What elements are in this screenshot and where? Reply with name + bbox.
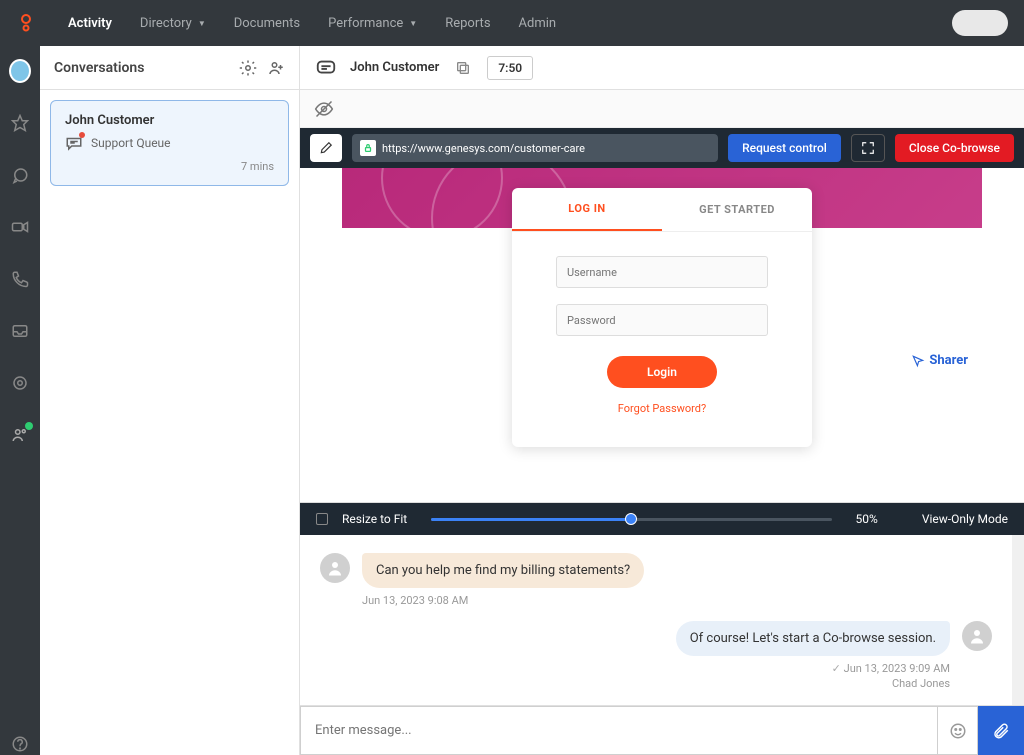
video-icon[interactable] bbox=[9, 216, 31, 238]
conversations-panel: Conversations John Customer Support Queu… bbox=[40, 46, 300, 755]
nav-directory[interactable]: Directory▼ bbox=[126, 0, 220, 46]
ring-icon[interactable] bbox=[9, 372, 31, 394]
agent-message: Of course! Let's start a Co-browse sessi… bbox=[676, 621, 950, 656]
nav-admin[interactable]: Admin bbox=[505, 0, 571, 46]
nav-documents[interactable]: Documents bbox=[220, 0, 314, 46]
expand-button[interactable] bbox=[851, 134, 885, 162]
url-text: https://www.genesys.com/customer-care bbox=[382, 142, 585, 155]
agent-avatar bbox=[962, 621, 992, 651]
eye-off-icon[interactable] bbox=[314, 99, 334, 119]
chevron-down-icon: ▼ bbox=[409, 19, 417, 28]
help-icon[interactable] bbox=[9, 733, 31, 755]
cobrowse-viewport: LOG IN GET STARTED Login Forgot Password… bbox=[300, 168, 1024, 503]
message-timestamp: ✓ Jun 13, 2023 9:09 AM bbox=[320, 662, 950, 675]
conversation-time: 7 mins bbox=[65, 160, 274, 173]
add-person-icon[interactable] bbox=[267, 59, 285, 77]
copy-icon[interactable] bbox=[451, 56, 475, 80]
star-icon[interactable] bbox=[9, 112, 31, 134]
nav-activity[interactable]: Activity bbox=[54, 0, 126, 46]
attachment-button[interactable] bbox=[978, 706, 1024, 755]
call-timer: 7:50 bbox=[487, 56, 533, 80]
close-cobrowse-button[interactable]: Close Co-browse bbox=[895, 134, 1014, 162]
nav-reports[interactable]: Reports bbox=[431, 0, 504, 46]
phone-icon[interactable] bbox=[9, 268, 31, 290]
conversation-name: John Customer bbox=[65, 113, 274, 128]
message-row: Can you help me find my billing statemen… bbox=[320, 553, 992, 588]
queue-label: Support Queue bbox=[91, 136, 171, 150]
conversation-card[interactable]: John Customer Support Queue 7 mins bbox=[50, 100, 289, 186]
customer-name: John Customer bbox=[350, 60, 439, 75]
password-input[interactable] bbox=[556, 304, 768, 336]
cobrowse-toolbar: https://www.genesys.com/customer-care Re… bbox=[300, 128, 1024, 168]
tab-get-started[interactable]: GET STARTED bbox=[662, 188, 812, 231]
message-icon bbox=[65, 134, 83, 152]
url-bar: https://www.genesys.com/customer-care bbox=[352, 134, 718, 162]
chevron-down-icon: ▼ bbox=[198, 19, 206, 28]
customer-header: John Customer 7:50 bbox=[300, 46, 1024, 90]
login-button[interactable]: Login bbox=[607, 356, 717, 388]
center-panel: John Customer 7:50 https://www.genesys.c… bbox=[300, 46, 1024, 755]
gear-icon[interactable] bbox=[239, 59, 257, 77]
message-input-bar bbox=[300, 705, 1024, 755]
conversations-header: Conversations bbox=[40, 46, 299, 90]
sharer-cursor: Sharer bbox=[911, 353, 968, 368]
message-row: Of course! Let's start a Co-browse sessi… bbox=[320, 621, 992, 656]
agent-name-label: Chad Jones bbox=[320, 677, 950, 690]
zoom-slider[interactable] bbox=[431, 518, 831, 521]
chat-area: Can you help me find my billing statemen… bbox=[300, 535, 1024, 705]
app-logo bbox=[16, 13, 36, 33]
tab-login[interactable]: LOG IN bbox=[512, 188, 662, 231]
chat-icon[interactable] bbox=[9, 164, 31, 186]
top-nav: Activity Directory▼ Documents Performanc… bbox=[0, 0, 1024, 46]
username-input[interactable] bbox=[556, 256, 768, 288]
login-card: LOG IN GET STARTED Login Forgot Password… bbox=[512, 188, 812, 447]
inbox-icon[interactable] bbox=[9, 320, 31, 342]
forgot-password-link[interactable]: Forgot Password? bbox=[556, 402, 768, 415]
slider-thumb[interactable] bbox=[625, 513, 637, 525]
resize-label: Resize to Fit bbox=[342, 512, 407, 526]
emoji-icon[interactable] bbox=[938, 706, 978, 755]
nav-performance[interactable]: Performance▼ bbox=[314, 0, 431, 46]
customer-avatar bbox=[320, 553, 350, 583]
lock-icon bbox=[360, 140, 376, 156]
view-mode-label: View-Only Mode bbox=[922, 512, 1008, 526]
people-icon[interactable] bbox=[9, 424, 31, 446]
resize-checkbox[interactable] bbox=[316, 513, 328, 525]
message-input[interactable] bbox=[300, 706, 938, 755]
rail-avatar[interactable] bbox=[9, 60, 31, 82]
conversation-icon bbox=[314, 56, 338, 80]
zoom-bar: Resize to Fit 50% View-Only Mode bbox=[300, 503, 1024, 535]
zoom-percent: 50% bbox=[856, 512, 878, 526]
request-control-button[interactable]: Request control bbox=[728, 134, 841, 162]
customer-message: Can you help me find my billing statemen… bbox=[362, 553, 644, 588]
message-timestamp: Jun 13, 2023 9:08 AM bbox=[362, 594, 992, 607]
edit-button[interactable] bbox=[310, 134, 342, 162]
search-field[interactable] bbox=[952, 10, 1008, 36]
banner-row bbox=[300, 90, 1024, 128]
left-rail bbox=[0, 46, 40, 755]
main-layout: Conversations John Customer Support Queu… bbox=[0, 46, 1024, 755]
conversations-title: Conversations bbox=[54, 60, 144, 76]
